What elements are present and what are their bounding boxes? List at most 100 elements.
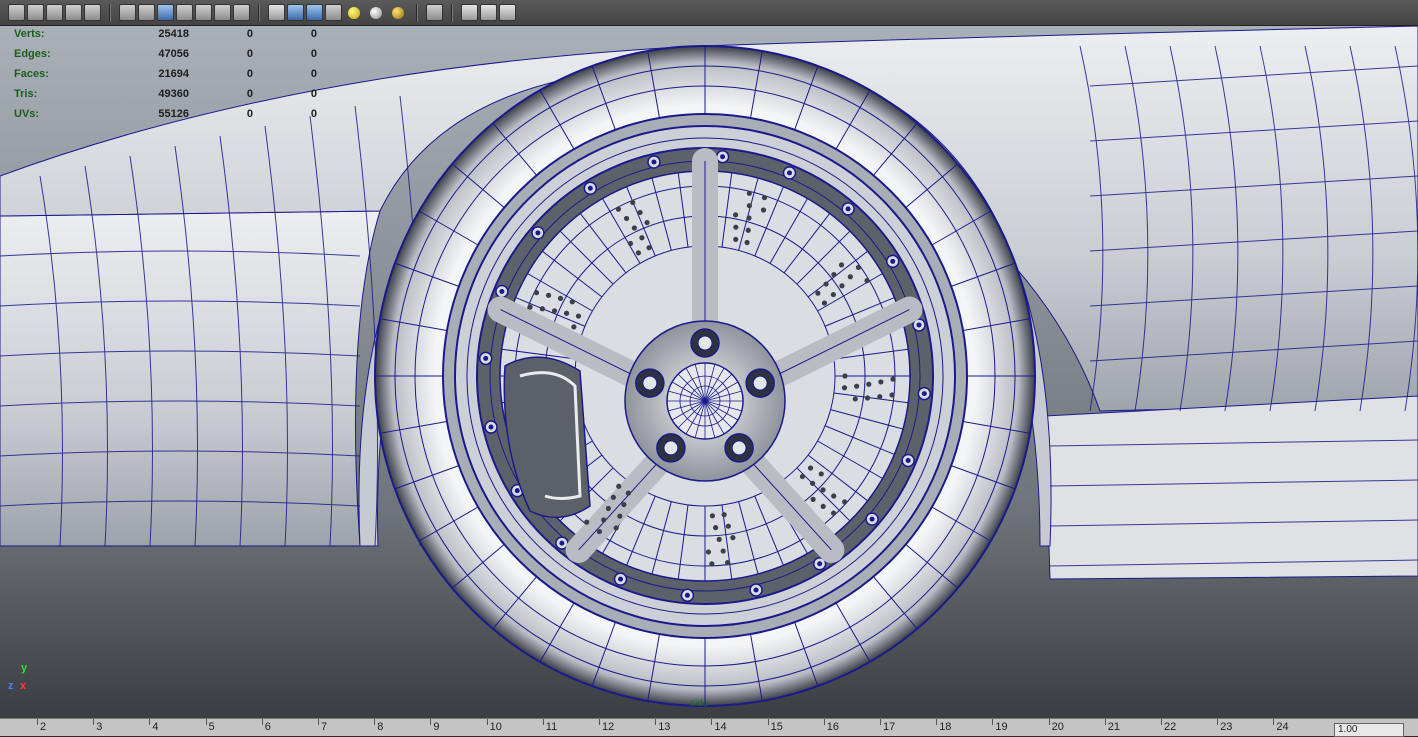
select-by-object-icon[interactable] bbox=[27, 4, 44, 21]
disc-hole bbox=[830, 510, 837, 516]
disc-hole bbox=[830, 291, 836, 298]
disc-hole bbox=[823, 281, 829, 287]
hud-col-2: 0 bbox=[310, 48, 317, 60]
poly-count-hud: Verts: 25418 0 0 Edges: 47056 0 0 Faces:… bbox=[14, 26, 317, 124]
viewport-panel[interactable]: Verts: 25418 0 0 Edges: 47056 0 0 Faces:… bbox=[0, 26, 1418, 718]
hud-value: 49360 bbox=[158, 88, 189, 100]
timeline-tick: 2 bbox=[36, 719, 47, 733]
timeline-tick: 21 bbox=[1104, 719, 1121, 733]
disc-hole bbox=[807, 465, 814, 471]
car-body-right-skirt bbox=[1044, 395, 1418, 580]
disc-hole bbox=[596, 528, 602, 535]
snap-to-grid-icon[interactable] bbox=[65, 4, 82, 21]
texture-checker-icon[interactable] bbox=[325, 4, 342, 21]
hud-col-1: 0 bbox=[246, 28, 253, 40]
directional-light-icon[interactable] bbox=[370, 6, 382, 19]
disc-hole bbox=[724, 560, 731, 566]
hud-col-2: 0 bbox=[310, 88, 317, 100]
timeline-tick: 12 bbox=[598, 719, 615, 733]
rim-bolt-center bbox=[651, 159, 657, 165]
timeline-tick: 3 bbox=[93, 719, 103, 733]
hud-col-2: 0 bbox=[310, 108, 317, 120]
toolbar-separator bbox=[258, 3, 260, 22]
disc-hole bbox=[855, 264, 862, 270]
wireframe-shade-icon[interactable] bbox=[119, 4, 136, 21]
hud-row-edges: Edges: 47056 0 0 bbox=[14, 44, 317, 64]
default-material-icon[interactable] bbox=[287, 4, 304, 21]
spot-light-icon[interactable] bbox=[392, 6, 404, 19]
timeline-tick: 22 bbox=[1160, 719, 1177, 733]
rim-bolt-center bbox=[488, 424, 494, 430]
hypergraph-icon[interactable] bbox=[499, 4, 516, 21]
disc-hole bbox=[820, 503, 826, 510]
hud-row-faces: Faces: 21694 0 0 bbox=[14, 64, 317, 84]
hud-col-2: 0 bbox=[310, 28, 317, 40]
disc-hole bbox=[841, 385, 848, 391]
hud-label: UVs: bbox=[14, 108, 40, 120]
lug-nut-center bbox=[697, 335, 713, 351]
ambient-light-icon[interactable] bbox=[348, 6, 360, 19]
disc-hole bbox=[584, 519, 590, 525]
select-by-hierarchy-icon[interactable] bbox=[8, 4, 25, 21]
shadows-icon[interactable] bbox=[214, 4, 231, 21]
timeline-tick: 7 bbox=[317, 719, 328, 733]
disc-hole bbox=[838, 262, 845, 268]
single-perspective-icon[interactable] bbox=[461, 4, 478, 21]
lug-nut-center bbox=[642, 375, 658, 391]
disc-hole bbox=[557, 295, 564, 301]
disc-hole bbox=[644, 219, 650, 226]
shaded-wireframe-icon[interactable] bbox=[157, 4, 174, 21]
disc-hole bbox=[889, 392, 895, 398]
disc-hole bbox=[864, 278, 870, 284]
disc-hole bbox=[890, 376, 896, 382]
disc-hole bbox=[761, 195, 768, 201]
time-slider[interactable]: 2 3 4 5 6 7 8 9 10 11 12 13 14 15 16 17 18 19 20 21 22 23 24 bbox=[0, 718, 1418, 736]
hud-value: 25418 bbox=[158, 28, 189, 40]
lighting-icon[interactable] bbox=[195, 4, 212, 21]
show-manipulator-icon[interactable] bbox=[426, 4, 443, 21]
disc-hole bbox=[705, 549, 712, 555]
isolate-icon[interactable] bbox=[268, 4, 285, 21]
disc-hole bbox=[601, 517, 607, 523]
select-by-component-icon[interactable] bbox=[46, 4, 63, 21]
car-body-left bbox=[0, 210, 381, 547]
rim-bolt-center bbox=[499, 289, 505, 295]
disc-hole bbox=[637, 209, 643, 216]
disc-hole bbox=[847, 274, 853, 280]
timeline-tick: 4 bbox=[149, 719, 159, 733]
x-ray-icon[interactable] bbox=[306, 4, 323, 21]
rim-bolt-center bbox=[890, 258, 896, 264]
disc-hole bbox=[810, 496, 816, 502]
timeline-tick: 6 bbox=[261, 719, 271, 733]
timeline-tick: 8 bbox=[374, 719, 384, 733]
disc-hole bbox=[852, 396, 858, 402]
rim-bolt-center bbox=[869, 516, 875, 522]
disc-hole bbox=[730, 535, 736, 541]
axis-y-label: y bbox=[21, 662, 28, 674]
hud-label: Tris: bbox=[14, 88, 38, 100]
smooth-shade-icon[interactable] bbox=[138, 4, 155, 21]
lug-nut-center bbox=[731, 440, 747, 456]
hud-label: Faces: bbox=[14, 68, 49, 80]
hud-row-uvs: UVs: 55126 0 0 bbox=[14, 104, 317, 124]
snap-to-curve-icon[interactable] bbox=[84, 4, 101, 21]
disc-hole bbox=[746, 215, 752, 221]
disc-hole bbox=[854, 383, 860, 389]
toolbar-separator bbox=[451, 3, 453, 22]
disc-hole bbox=[616, 483, 622, 489]
rim-bolt-center bbox=[559, 540, 565, 546]
text-icon[interactable] bbox=[233, 4, 250, 21]
disc-hole bbox=[621, 501, 627, 508]
textured-icon[interactable] bbox=[176, 4, 193, 21]
two-panes-icon[interactable] bbox=[480, 4, 497, 21]
axis-z-label: z bbox=[8, 680, 14, 692]
disc-hole bbox=[613, 525, 619, 531]
disc-hole bbox=[818, 471, 824, 477]
disc-hole bbox=[732, 212, 739, 218]
disc-hole bbox=[831, 272, 837, 278]
disc-hole bbox=[839, 283, 845, 289]
hud-row-verts: Verts: 25418 0 0 bbox=[14, 26, 317, 44]
toolbar-separator bbox=[109, 3, 111, 22]
disc-hole bbox=[646, 245, 652, 251]
disc-hole bbox=[831, 493, 837, 499]
